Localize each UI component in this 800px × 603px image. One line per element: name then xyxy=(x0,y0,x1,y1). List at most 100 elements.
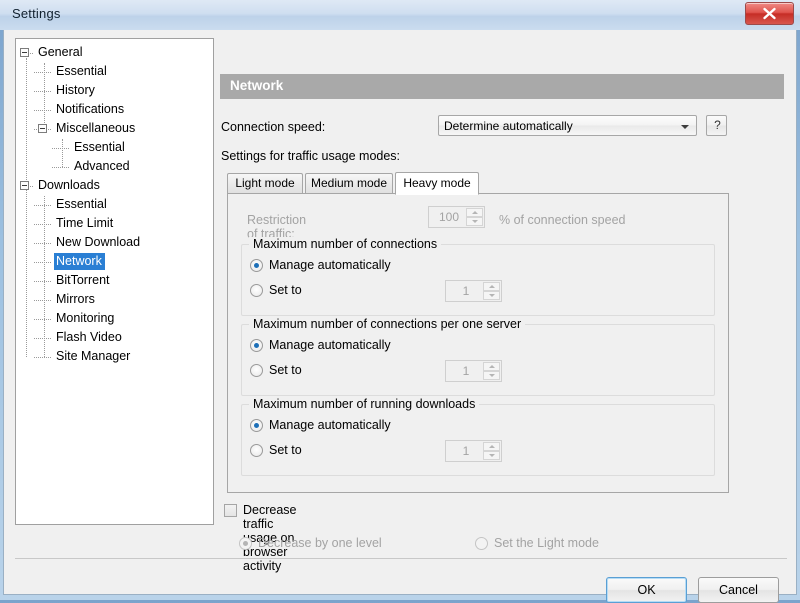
tab-label: Light mode xyxy=(235,176,295,190)
spinner-up-icon[interactable] xyxy=(483,362,500,371)
manage-automatically-label: Manage automatically xyxy=(269,258,391,272)
set-to-spinner[interactable]: 1 xyxy=(445,440,502,462)
help-button-label: ? xyxy=(714,118,721,132)
spinner-down-icon[interactable] xyxy=(483,371,500,380)
tree-item-flash-video[interactable]: Flash Video xyxy=(16,328,213,347)
set-to-spinner-buttons xyxy=(483,282,500,300)
set-to-radio[interactable] xyxy=(250,284,263,297)
set-to-value: 1 xyxy=(462,444,470,458)
page-title: Network xyxy=(230,78,284,93)
section-header-bar: Network xyxy=(220,74,784,99)
spinner-up-icon[interactable] xyxy=(483,282,500,291)
tree-item-general[interactable]: General xyxy=(16,43,213,62)
spinner-up-icon[interactable] xyxy=(466,208,483,217)
tree-item-label: Mirrors xyxy=(56,292,95,306)
spinner-down-icon[interactable] xyxy=(466,217,483,226)
set-to-value: 1 xyxy=(462,364,470,378)
tree-item-site-manager[interactable]: Site Manager xyxy=(16,347,213,366)
tree-item-label: Flash Video xyxy=(56,330,122,344)
title-bar: Settings xyxy=(0,0,800,30)
tab-label: Medium mode xyxy=(310,176,388,190)
tree-item-bittorrent[interactable]: BitTorrent xyxy=(16,271,213,290)
tree-item-network[interactable]: Network xyxy=(16,252,213,271)
tree-item-downloads[interactable]: Downloads xyxy=(16,176,213,195)
heavy-mode-tab-panel: Restriction of traffic: 100 % of connect… xyxy=(227,193,729,493)
dialog-client-area: General Essential History Notifications Misc… xyxy=(3,30,797,603)
connection-speed-label: Connection speed: xyxy=(221,120,326,134)
manage-automatically-label: Manage automatically xyxy=(269,418,391,432)
set-light-mode-label: Set the Light mode xyxy=(494,536,599,550)
settings-window: Settings General Essential History Notifica… xyxy=(0,0,800,603)
tree-item-notifications[interactable]: Notifications xyxy=(16,100,213,119)
set-to-label: Set to xyxy=(269,443,302,457)
tree-item-label: Essential xyxy=(56,64,107,78)
tree-item-advanced[interactable]: Advanced xyxy=(16,157,213,176)
spinner-down-icon[interactable] xyxy=(483,291,500,300)
tree-item-label: Notifications xyxy=(56,102,125,116)
tree-expander-icon[interactable] xyxy=(20,181,29,190)
tree-expander-icon[interactable] xyxy=(38,124,47,133)
restriction-suffix-label: % of connection speed xyxy=(499,213,626,227)
manage-automatically-radio[interactable] xyxy=(250,339,263,352)
manage-automatically-radio[interactable] xyxy=(250,259,263,272)
spinner-down-icon[interactable] xyxy=(483,451,500,460)
set-to-radio[interactable] xyxy=(250,444,263,457)
manage-automatically-label: Manage automatically xyxy=(269,338,391,352)
decrease-by-one-level-label: Decrease by one level xyxy=(258,536,382,550)
ok-button[interactable]: OK xyxy=(606,577,687,603)
footer-separator xyxy=(15,558,787,559)
tree-item-label: Time Limit xyxy=(56,216,114,230)
tree-item-essential[interactable]: Essential xyxy=(16,138,213,157)
set-to-radio[interactable] xyxy=(250,364,263,377)
set-to-value: 1 xyxy=(462,284,470,298)
tree-item-label: Downloads xyxy=(38,178,100,192)
set-to-spinner-buttons xyxy=(483,442,500,460)
connection-speed-select[interactable]: Determine automatically xyxy=(438,115,697,136)
tree-item-label: History xyxy=(56,83,95,97)
group-title: Maximum number of running downloads xyxy=(249,397,480,411)
tree-item-label: Network xyxy=(54,253,105,270)
tree-expander-icon[interactable] xyxy=(20,48,29,57)
tree-item-label: Site Manager xyxy=(56,349,131,363)
set-to-label: Set to xyxy=(269,283,302,297)
tab-light-mode[interactable]: Light mode xyxy=(227,173,303,194)
tree-item-mirrors[interactable]: Mirrors xyxy=(16,290,213,309)
tree-item-miscellaneous[interactable]: Miscellaneous xyxy=(16,119,213,138)
tree-item-monitoring[interactable]: Monitoring xyxy=(16,309,213,328)
settings-tree[interactable]: General Essential History Notifications Misc… xyxy=(15,38,214,525)
tree-item-time-limit[interactable]: Time Limit xyxy=(16,214,213,233)
close-button[interactable] xyxy=(745,2,794,25)
help-button[interactable]: ? xyxy=(706,115,727,136)
connection-speed-value: Determine automatically xyxy=(444,119,573,133)
traffic-modes-label: Settings for traffic usage modes: xyxy=(221,149,401,163)
manage-automatically-radio[interactable] xyxy=(250,419,263,432)
set-to-spinner[interactable]: 1 xyxy=(445,280,502,302)
set-to-spinner-buttons xyxy=(483,362,500,380)
decrease-by-one-level-radio[interactable] xyxy=(239,537,252,550)
tree-item-label: Essential xyxy=(74,140,125,154)
tab-medium-mode[interactable]: Medium mode xyxy=(305,173,393,194)
settings-right-pane: Network Connection speed: Determine auto… xyxy=(220,38,788,573)
tree-item-label: Advanced xyxy=(74,159,130,173)
tree-item-essential[interactable]: Essential xyxy=(16,62,213,81)
spinner-up-icon[interactable] xyxy=(483,442,500,451)
tree-item-label: New Download xyxy=(56,235,141,249)
set-light-mode-radio[interactable] xyxy=(475,537,488,550)
group-title: Maximum number of connections xyxy=(249,237,442,251)
set-to-spinner[interactable]: 1 xyxy=(445,360,502,382)
close-icon xyxy=(763,7,776,20)
tree-item-label: Monitoring xyxy=(56,311,115,325)
restriction-spinner-buttons xyxy=(466,208,483,226)
cancel-button[interactable]: Cancel xyxy=(698,577,779,603)
tree-item-label: BitTorrent xyxy=(56,273,110,287)
decrease-traffic-checkbox[interactable] xyxy=(224,504,237,517)
group-2: Maximum number of connections per one se… xyxy=(241,317,715,396)
tree-item-history[interactable]: History xyxy=(16,81,213,100)
tree-item-new-download[interactable]: New Download xyxy=(16,233,213,252)
set-to-label: Set to xyxy=(269,363,302,377)
tree-item-essential[interactable]: Essential xyxy=(16,195,213,214)
group-title: Maximum number of connections per one se… xyxy=(249,317,526,331)
tree-item-label: General xyxy=(38,45,83,59)
restriction-spinner[interactable]: 100 xyxy=(428,206,485,228)
tab-heavy-mode[interactable]: Heavy mode xyxy=(395,172,479,195)
